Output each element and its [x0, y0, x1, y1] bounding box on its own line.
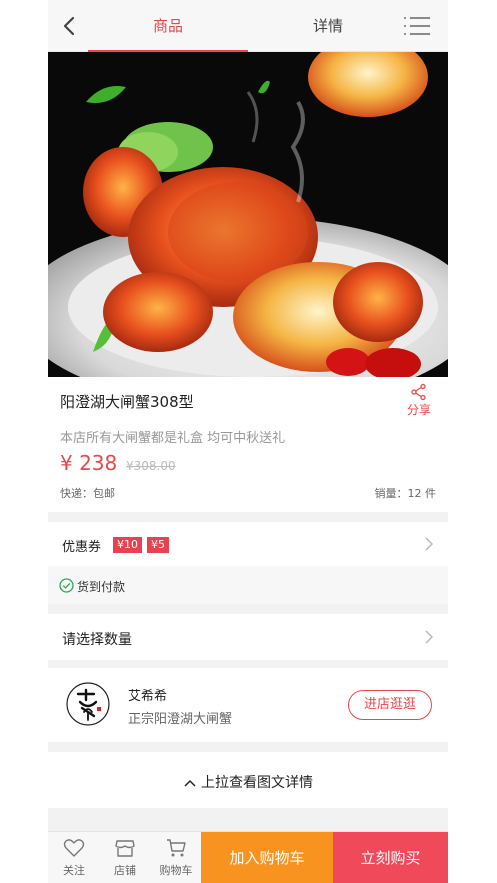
sales-count: 销量：12 件	[374, 487, 437, 500]
tab-goods[interactable]: 商品	[88, 0, 248, 52]
share-label: 分享	[406, 403, 431, 417]
coupon-row[interactable]: 优惠券 ¥10 ¥5	[48, 522, 448, 566]
product-price: ¥ 238	[60, 451, 118, 475]
store-icon	[115, 840, 135, 857]
product-info: 阳澄湖大闸蟹308型 分享 本店所有大闸蟹都是礼盒 均可中秋送礼 ¥ 238 ¥…	[48, 377, 448, 512]
shop-card: 艾希希 正宗阳澄湖大闸蟹 进店逛逛	[48, 668, 448, 742]
pull-up-row[interactable]: 上拉查看图文详情	[48, 752, 448, 808]
bottom-action-bar: 关注 店铺 购物车 加入购物车 立刻购买	[48, 831, 448, 883]
cart-label: 购物车	[159, 864, 193, 877]
chevron-right-icon	[424, 629, 434, 645]
favorite-label: 关注	[63, 864, 85, 877]
shop-name: 艾希希	[128, 689, 168, 704]
coupon-chip[interactable]: ¥10	[113, 537, 142, 553]
shop-subtitle: 正宗阳澄湖大闸蟹	[128, 712, 233, 727]
top-nav: 商品 详情	[48, 0, 448, 52]
add-to-cart-button[interactable]: 加入购物车	[201, 832, 333, 883]
shipping-info: 快递：包邮	[60, 487, 115, 500]
product-page: 商品 详情 阳澄湖大闸蟹308型 分享 本店所有大闸蟹都是礼盒 均可中秋送礼 ¥…	[48, 0, 448, 883]
pull-up-text: 上拉查看图文详情	[201, 775, 313, 791]
original-price: ¥308.00	[126, 459, 176, 473]
cart-button[interactable]: 购物车	[151, 836, 201, 878]
coupon-chip[interactable]: ¥5	[147, 537, 169, 553]
enter-shop-button[interactable]: 进店逛逛	[348, 690, 432, 720]
product-image[interactable]	[48, 52, 448, 377]
menu-icon[interactable]	[402, 16, 432, 36]
check-circle-icon	[59, 578, 74, 593]
coupon-label: 优惠券	[62, 540, 102, 555]
store-button[interactable]: 店铺	[100, 836, 150, 878]
share-icon	[411, 383, 426, 401]
buy-now-button[interactable]: 立刻购买	[333, 832, 448, 883]
tab-detail[interactable]: 详情	[248, 0, 408, 52]
quantity-row[interactable]: 请选择数量	[48, 614, 448, 660]
product-description: 本店所有大闸蟹都是礼盒 均可中秋送礼	[60, 431, 286, 446]
cod-label: 货到付款	[77, 580, 126, 594]
pull-up-label: 上拉查看图文详情	[48, 772, 448, 792]
product-title: 阳澄湖大闸蟹308型	[60, 393, 194, 411]
favorite-button[interactable]: 关注	[49, 836, 99, 878]
chevron-right-icon	[424, 536, 434, 552]
cart-icon	[167, 839, 186, 857]
store-label: 店铺	[114, 864, 136, 877]
back-icon[interactable]	[58, 14, 82, 38]
chevron-up-icon	[184, 779, 196, 787]
shop-logo[interactable]	[64, 680, 112, 728]
heart-icon	[63, 839, 85, 857]
share-button[interactable]: 分享	[402, 383, 436, 418]
cod-row: 货到付款	[48, 566, 448, 604]
quantity-label: 请选择数量	[62, 632, 132, 648]
